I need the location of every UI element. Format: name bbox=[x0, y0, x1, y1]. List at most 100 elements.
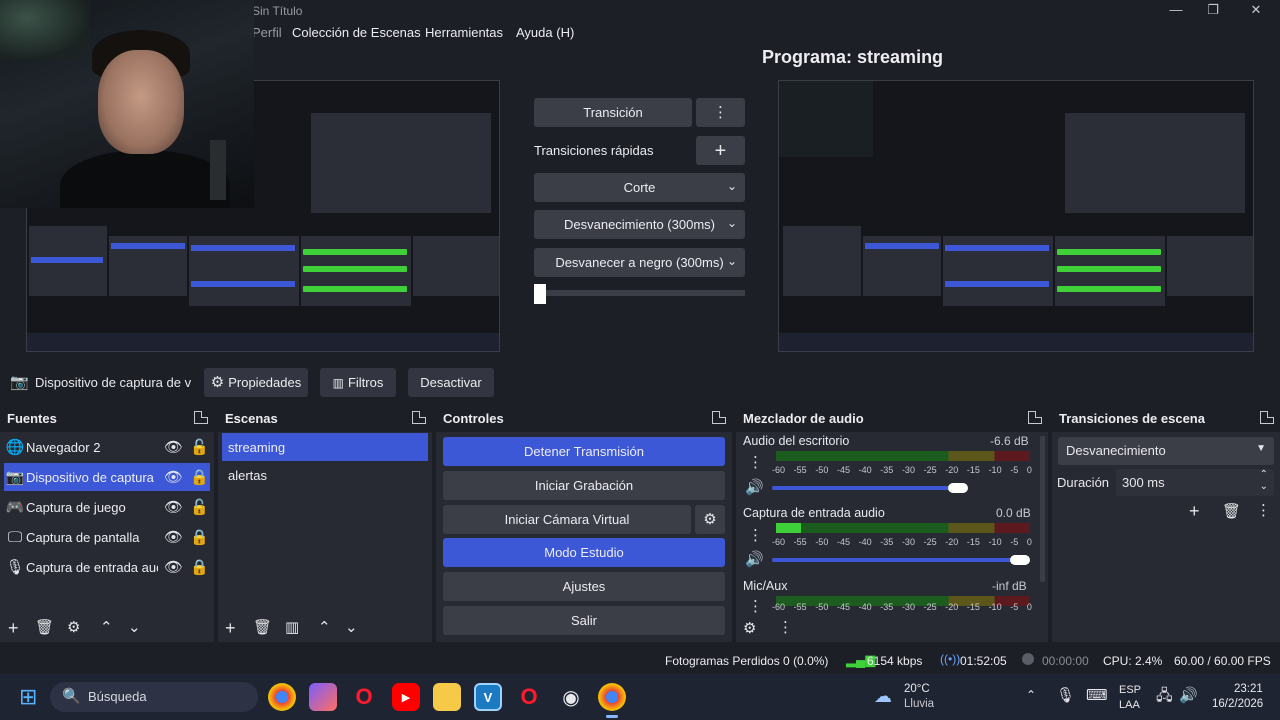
source-item[interactable]: 🎮 Captura de juego 👁 🔓 bbox=[4, 493, 210, 521]
more-vertical-icon[interactable]: ⋮ bbox=[748, 528, 763, 543]
eye-icon[interactable]: 👁 bbox=[164, 560, 183, 575]
quick-transition-fade[interactable]: Desvanecimiento (300ms) ⌄ bbox=[534, 210, 745, 239]
filters-button[interactable]: ▥ Filtros bbox=[320, 368, 396, 397]
chrome-profile-icon[interactable] bbox=[598, 683, 626, 711]
unlock-icon[interactable]: 🔓 bbox=[190, 440, 209, 455]
taskbar-search[interactable]: 🔍 Búsqueda bbox=[50, 682, 258, 712]
studio-mode-button[interactable]: Modo Estudio bbox=[443, 538, 725, 567]
t-bar-handle[interactable] bbox=[534, 284, 546, 304]
more-vertical-icon[interactable]: ⋮ bbox=[1256, 503, 1271, 518]
more-vertical-icon[interactable]: ⋮ bbox=[748, 455, 763, 470]
chrome-icon[interactable] bbox=[268, 683, 296, 711]
start-recording-button[interactable]: Iniciar Grabación bbox=[443, 471, 725, 500]
more-vertical-icon[interactable]: ⋮ bbox=[748, 599, 763, 614]
copilot-icon[interactable] bbox=[309, 683, 337, 711]
add-scene-icon[interactable]: + bbox=[225, 619, 236, 637]
chevron-up-icon[interactable]: ⌃ bbox=[1260, 470, 1268, 480]
dock-float-icon[interactable] bbox=[194, 411, 208, 424]
trash-icon[interactable]: 🗑 bbox=[35, 620, 54, 635]
properties-button[interactable]: ⚙ Propiedades bbox=[204, 368, 308, 397]
file-explorer-icon[interactable] bbox=[433, 683, 461, 711]
language-top[interactable]: ESP bbox=[1119, 684, 1141, 696]
dock-float-icon[interactable] bbox=[712, 411, 726, 424]
chevron-down-icon[interactable]: ⌄ bbox=[1260, 482, 1268, 492]
transition-select[interactable]: Desvanecimiento ▼ bbox=[1058, 437, 1274, 465]
filter-icon[interactable]: ▥ bbox=[285, 620, 299, 635]
chevron-up-icon[interactable]: ⌃ bbox=[1026, 689, 1036, 701]
dock-float-icon[interactable] bbox=[1260, 411, 1274, 424]
gear-icon[interactable]: ⚙ bbox=[743, 621, 756, 636]
chevron-down-icon[interactable]: ⌄ bbox=[345, 620, 358, 635]
network-icon[interactable]: 🖧 bbox=[1156, 688, 1173, 703]
eye-icon[interactable]: 👁 bbox=[164, 440, 183, 455]
lock-icon[interactable]: 🔒 bbox=[190, 470, 209, 485]
menu-scene-collection[interactable]: Colección de Escenas bbox=[292, 25, 421, 40]
speaker-icon[interactable]: 🔊 bbox=[745, 480, 764, 495]
eye-icon[interactable]: 👁 bbox=[164, 470, 183, 485]
editor-icon[interactable]: V bbox=[474, 683, 502, 711]
scene-item[interactable]: streaming bbox=[222, 433, 428, 461]
quick-transition-fade-to-black[interactable]: Desvanecer a negro (300ms) ⌄ bbox=[534, 248, 745, 277]
volume-knob[interactable] bbox=[948, 483, 968, 493]
volume-slider[interactable] bbox=[772, 558, 1028, 562]
menu-tools[interactable]: Herramientas bbox=[425, 25, 503, 40]
lock-icon[interactable]: 🔒 bbox=[190, 530, 209, 545]
eye-icon[interactable]: 👁 bbox=[164, 500, 183, 515]
unlock-icon[interactable]: 🔓 bbox=[190, 500, 209, 515]
opera-gx-icon[interactable]: O bbox=[515, 683, 543, 711]
source-item[interactable]: 🌐 Navegador 2 👁 🔓 bbox=[4, 433, 210, 461]
chevron-up-icon[interactable]: ⌃ bbox=[318, 620, 331, 635]
deactivate-button[interactable]: Desactivar bbox=[408, 368, 494, 397]
gear-icon[interactable]: ⚙ bbox=[67, 620, 80, 635]
obs-icon[interactable]: ◉ bbox=[557, 683, 585, 711]
stop-streaming-button[interactable]: Detener Transmisión bbox=[443, 437, 725, 466]
source-item[interactable]: 🎙 Captura de entrada auc 👁 🔒 bbox=[4, 553, 210, 581]
add-source-icon[interactable]: + bbox=[8, 619, 19, 637]
volume-slider[interactable] bbox=[772, 486, 966, 490]
clock-time[interactable]: 23:21 bbox=[1234, 683, 1263, 695]
minimize-icon[interactable]: — bbox=[1166, 2, 1186, 20]
volume-knob[interactable] bbox=[1010, 555, 1030, 565]
scene-item[interactable]: alertas bbox=[222, 461, 428, 489]
youtube-icon[interactable]: ▶ bbox=[392, 683, 420, 711]
transition-more-button[interactable]: ⋮ bbox=[696, 98, 745, 127]
close-icon[interactable]: ✕ bbox=[1246, 2, 1266, 20]
maximize-icon[interactable]: ❐ bbox=[1203, 2, 1223, 20]
add-transition-icon[interactable]: + bbox=[1189, 502, 1200, 520]
eye-icon[interactable]: 👁 bbox=[164, 530, 183, 545]
channel-db: 0.0 dB bbox=[996, 506, 1031, 520]
lock-icon[interactable]: 🔒 bbox=[190, 560, 209, 575]
start-virtual-camera-button[interactable]: Iniciar Cámara Virtual bbox=[443, 505, 691, 534]
globe-icon: 🌐 bbox=[5, 438, 25, 456]
dock-float-icon[interactable] bbox=[1028, 411, 1042, 424]
chevron-up-icon[interactable]: ⌃ bbox=[100, 620, 113, 635]
transition-button[interactable]: Transición bbox=[534, 98, 692, 127]
exit-button[interactable]: Salir bbox=[443, 606, 725, 635]
speaker-icon[interactable]: 🔊 bbox=[745, 552, 764, 567]
menu-profile[interactable]: Perfil bbox=[252, 25, 282, 40]
chevron-down-icon: ⌄ bbox=[726, 254, 737, 268]
meter-scale-tick: -15 bbox=[966, 537, 980, 547]
volume-icon[interactable]: 🔊 bbox=[1179, 688, 1198, 703]
quick-transition-cut[interactable]: Corte ⌄ bbox=[534, 173, 745, 202]
source-item[interactable]: 🖵 Captura de pantalla 👁 🔒 bbox=[4, 523, 210, 551]
duration-input[interactable]: 300 ms ⌃ ⌄ bbox=[1116, 469, 1274, 496]
keyboard-icon[interactable]: ⌨ bbox=[1086, 688, 1108, 703]
mixer-scrollbar[interactable] bbox=[1040, 436, 1045, 582]
source-item[interactable]: 📷 Dispositivo de captura c 👁 🔒 bbox=[4, 463, 210, 491]
windows-start-icon[interactable]: ⊞ bbox=[19, 684, 37, 710]
menu-help[interactable]: Ayuda (H) bbox=[516, 25, 574, 40]
settings-button[interactable]: Ajustes bbox=[443, 572, 725, 601]
trash-icon[interactable]: 🗑 bbox=[253, 620, 272, 635]
weather-temp[interactable]: 20°C bbox=[904, 683, 930, 695]
more-vertical-icon[interactable]: ⋮ bbox=[778, 620, 793, 635]
virtual-camera-settings-button[interactable]: ⚙ bbox=[695, 505, 725, 534]
chevron-down-icon[interactable]: ⌄ bbox=[128, 620, 141, 635]
dock-float-icon[interactable] bbox=[412, 411, 426, 424]
opera-icon[interactable]: O bbox=[350, 683, 378, 711]
mic-icon[interactable]: 🎙 bbox=[1056, 688, 1075, 703]
meter-scale-tick: -55 bbox=[793, 465, 807, 475]
trash-icon[interactable]: 🗑 bbox=[1222, 504, 1241, 519]
add-quick-transition-button[interactable]: + bbox=[696, 136, 745, 165]
t-bar-track[interactable] bbox=[534, 290, 745, 296]
